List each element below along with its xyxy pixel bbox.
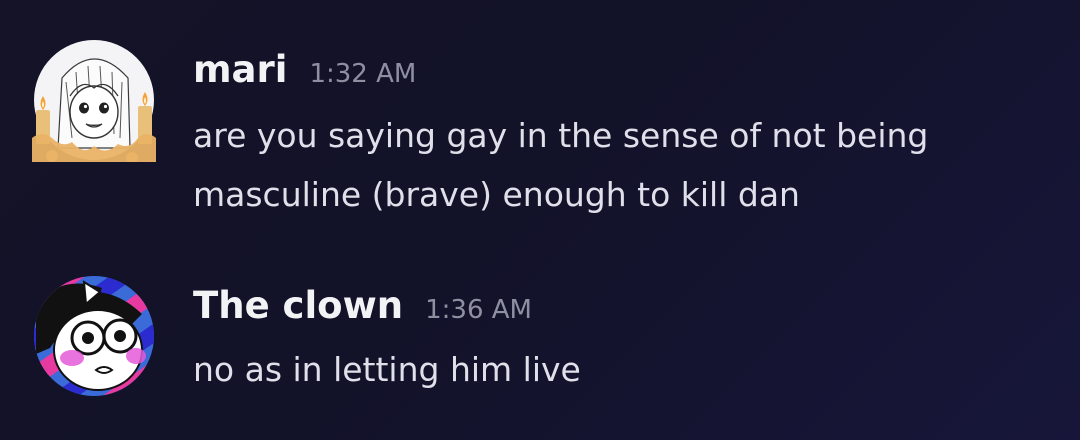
message-header: The clown 1:36 AM bbox=[193, 282, 532, 330]
message-item[interactable]: The clown 1:36 AM no as in letting him li… bbox=[0, 266, 1080, 406]
message-header: mari 1:32 AM bbox=[193, 46, 416, 94]
username[interactable]: The clown bbox=[193, 284, 403, 327]
message-line: no as in letting him live bbox=[193, 350, 581, 389]
chat-log: mari 1:32 AM are you saying gay in the se… bbox=[0, 0, 1080, 440]
clown-face-avatar-icon bbox=[34, 276, 154, 396]
message-line: masculine (brave) enough to kill dan bbox=[193, 175, 800, 214]
message-content: no as in letting him live bbox=[193, 340, 1053, 399]
candle-girl-avatar-icon bbox=[32, 40, 156, 162]
user-avatar[interactable] bbox=[32, 274, 156, 398]
message-line: are you saying gay in the sense of not b… bbox=[193, 116, 929, 155]
username[interactable]: mari bbox=[193, 48, 287, 91]
timestamp[interactable]: 1:36 AM bbox=[425, 295, 532, 325]
message-item[interactable]: mari 1:32 AM are you saying gay in the se… bbox=[0, 30, 1080, 220]
timestamp[interactable]: 1:32 AM bbox=[309, 59, 416, 89]
message-content: are you saying gay in the sense of not b… bbox=[193, 106, 1053, 224]
user-avatar[interactable] bbox=[32, 38, 156, 162]
